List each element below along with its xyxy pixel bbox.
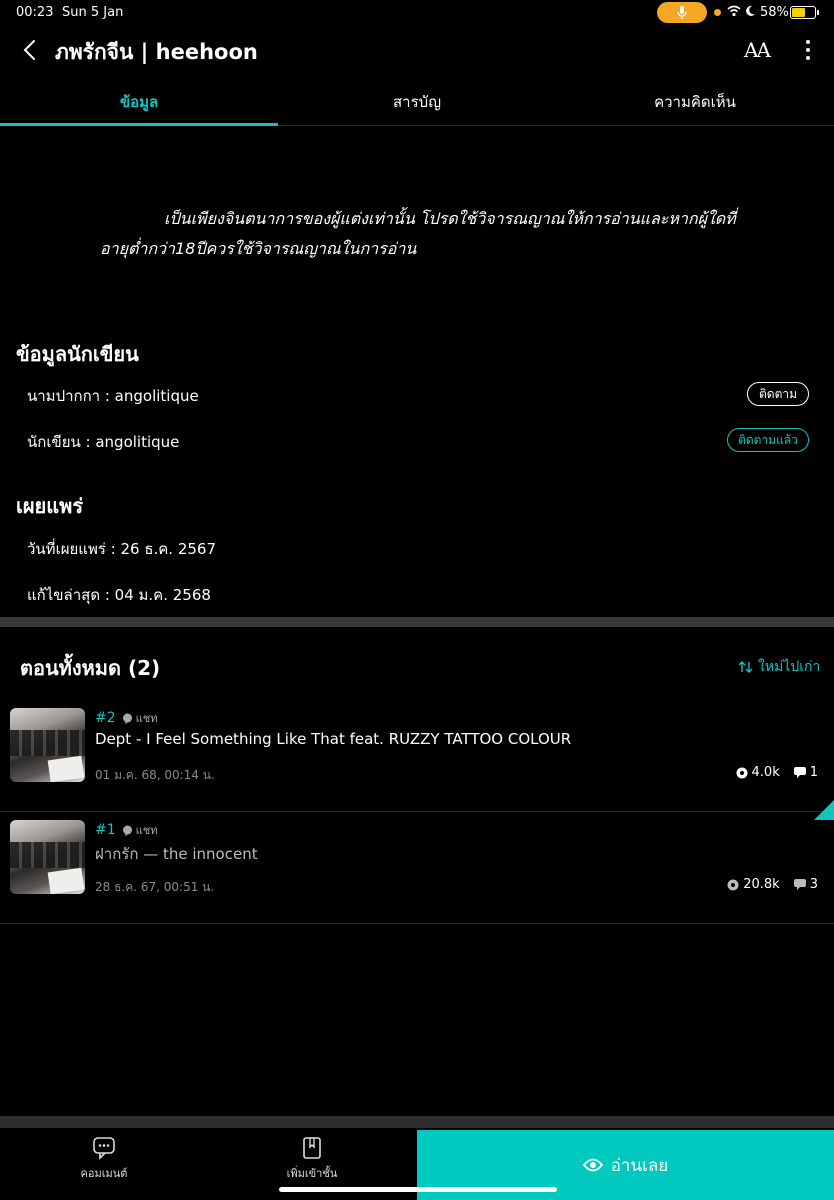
tab-info[interactable]: ข้อมูล [0,78,278,126]
episode-views: 20.8k [743,877,780,892]
page-title: ภพรักจีน | heehoon [55,40,258,64]
corner-marker [814,800,834,820]
shelf-label: เพิ่มเข้าชั้น [286,1167,338,1180]
author-info-heading: ข้อมูลนักเขียน [16,342,139,366]
episode-number: #2 [95,710,116,726]
episode-comments: 1 [809,765,818,780]
top-nav: ภพรักจีน | heehoon AA [0,30,834,70]
home-indicator [279,1187,557,1192]
chat-tag-icon [122,825,132,836]
recording-dot-icon [714,9,721,16]
views-icon [736,767,748,778]
wifi-icon [727,5,741,17]
font-size-label: AA [744,38,771,62]
mic-indicator [657,2,707,23]
sort-label: ใหม่ไปเก่า [758,659,821,675]
status-date: Sun 5 Jan [62,5,124,20]
bottom-divider [0,1116,834,1128]
read-now-label: อ่านเลย [610,1155,669,1176]
writer-name: นักเขียน : angolitique [27,433,180,451]
battery-percent: 58% [760,5,789,20]
back-chevron-icon[interactable] [20,38,40,62]
episode-title: ฝากรัก — the innocent [95,845,258,863]
episode-thumbnail [10,820,85,894]
comment-button[interactable]: คอมเมนต์ [44,1136,164,1182]
eye-icon [582,1158,603,1172]
status-bar: 00:23 Sun 5 Jan 58% [0,0,834,26]
episode-date: 28 ธ.ค. 67, 00:51 น. [95,880,215,894]
comment-count-icon [793,767,806,778]
episode-thumbnail [10,708,85,782]
episode-row[interactable]: #2 แชท Dept - I Feel Something Like That… [0,700,834,812]
episode-views: 4.0k [751,765,780,780]
more-menu-icon[interactable] [800,38,816,62]
episode-number: #1 [95,822,116,838]
pen-name: นามปากกา : angolitique [27,387,199,405]
episode-tag: แชท [122,709,157,727]
tab-bar: ข้อมูล สารบัญ ความคิดเห็น [0,78,834,126]
font-size-button[interactable]: AA [744,38,771,62]
episodes-heading: ตอนทั้งหมด (2) [20,656,161,680]
battery-icon [790,6,819,19]
episode-stats: 4.0k 1 [736,765,818,780]
sort-icon [738,661,753,673]
status-time: 00:23 [16,5,54,20]
comment-count-icon [793,879,806,890]
follow-button[interactable]: ติดตาม [747,382,809,406]
publish-date: วันที่เผยแพร่ : 26 ธ.ค. 2567 [27,540,216,558]
episode-stats: 20.8k 3 [727,877,818,892]
story-intro: เป็นเพียงจินตนาการของผู้แต่งเท่านั้น โปร… [100,209,736,258]
episode-tag: แชท [122,821,157,839]
episode-date: 01 ม.ค. 68, 00:14 น. [95,768,215,782]
bookshelf-icon [303,1137,321,1159]
add-to-shelf-button[interactable]: เพิ่มเข้าชั้น [252,1136,372,1182]
comment-icon [93,1137,115,1160]
section-divider [0,617,834,627]
moon-icon [746,5,755,16]
sort-toggle[interactable]: ใหม่ไปเก่า [738,656,820,678]
episode-title: Dept - I Feel Something Like That feat. … [95,730,572,748]
episode-comments: 3 [809,877,818,892]
followed-button[interactable]: ติดตามแล้ว [727,428,809,452]
microphone-icon [677,5,687,19]
updated-date: แก้ไขล่าสุด : 04 ม.ค. 2568 [27,586,211,604]
views-icon [727,879,739,890]
tab-contents[interactable]: สารบัญ [278,78,556,125]
tab-comments[interactable]: ความคิดเห็น [556,78,834,125]
comment-label: คอมเมนต์ [80,1167,128,1180]
episode-row[interactable]: #1 แชท ฝากรัก — the innocent 28 ธ.ค. 67,… [0,812,834,924]
chat-tag-icon [122,713,132,724]
publish-heading: เผยแพร่ [16,494,84,518]
